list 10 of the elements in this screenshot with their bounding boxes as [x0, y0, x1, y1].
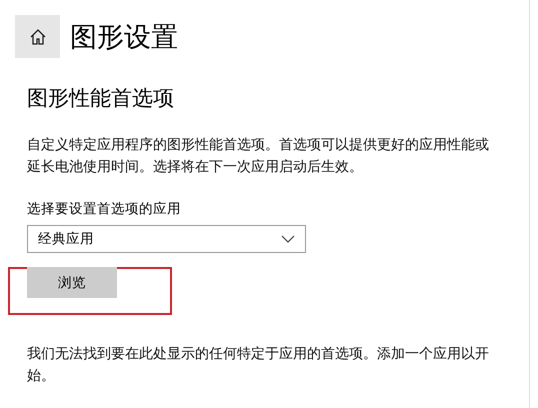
home-button[interactable] — [15, 15, 60, 58]
browse-button[interactable]: 浏览 — [27, 267, 117, 298]
description-text: 自定义特定应用程序的图形性能首选项。首选项可以提供更好的应用性能或延长电池使用时间。选择将在下一次应用启动后生效。 — [27, 136, 490, 177]
empty-message: 我们无法找到要在此处显示的任何特定于应用的首选项。添加一个应用以开始。 — [27, 345, 490, 386]
field-label: 选择要设置首选项的应用 — [27, 200, 182, 218]
section-heading: 图形性能首选项 — [27, 85, 175, 112]
home-icon — [28, 28, 46, 46]
app-type-dropdown[interactable]: 经典应用 — [27, 225, 306, 253]
page-title: 图形设置 — [70, 20, 178, 54]
chevron-down-icon — [281, 235, 295, 243]
